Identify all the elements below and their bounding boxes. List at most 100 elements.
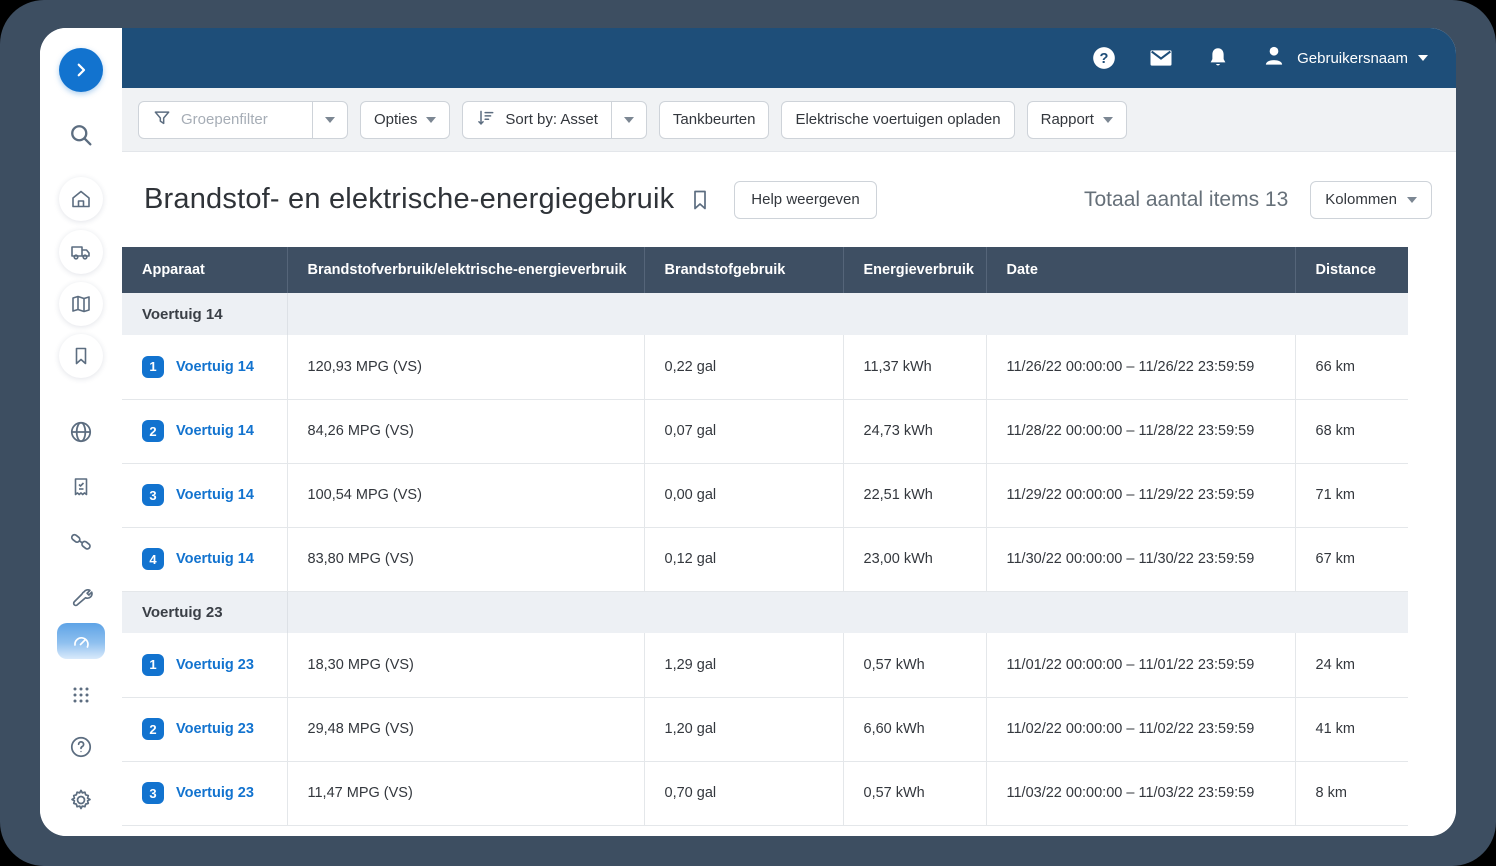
options-button[interactable]: Opties [360, 100, 451, 139]
group-filter-control [138, 100, 348, 139]
top-bar: ? Gebruikersnaam [122, 28, 1456, 88]
chevron-down-icon [1102, 116, 1113, 123]
app-window: ? Gebruikersnaam Groepenfilter Opties So… [40, 28, 1456, 836]
consumption-cell: 84,26 MPG (VS) [287, 399, 645, 464]
sidebar-item-connectors[interactable] [59, 520, 103, 564]
device-frame: ? Gebruikersnaam Groepenfilter Opties So… [0, 0, 1496, 866]
chevron-down-icon [426, 116, 437, 123]
sidebar-item-maintenance[interactable] [59, 575, 103, 619]
sidebar-item-settings[interactable] [59, 778, 103, 822]
report-button[interactable]: Rapport [1026, 100, 1127, 139]
sidebar-item-apps[interactable] [59, 673, 103, 717]
asset-link[interactable]: Voertuig 23 [176, 657, 254, 673]
sidebar-item-activity[interactable] [59, 465, 103, 509]
consumption-cell: 11,47 MPG (VS) [287, 761, 645, 826]
columns-button[interactable]: Kolommen [1310, 180, 1432, 219]
table-row: 1 Voertuig 23 18,30 MPG (VS) 1,29 gal 0,57 k… [122, 633, 1408, 698]
row-index-badge: 3 [142, 782, 164, 804]
asset-cell: 3 Voertuig 14 [122, 463, 288, 528]
gear-icon [68, 787, 94, 813]
table-row: 4 Voertuig 14 83,80 MPG (VS) 0,12 gal 23,00 … [122, 527, 1408, 592]
distance-cell: 41 km [1295, 697, 1408, 762]
group-filter-field[interactable] [139, 102, 312, 138]
report-table: Apparaat Brandstofverbruik/elektrische-en… [122, 247, 1408, 826]
row-index-badge: 2 [142, 420, 164, 442]
wrench-icon [69, 585, 94, 610]
sort-button[interactable]: Sort by: Asset [463, 102, 611, 138]
sidebar [40, 28, 122, 836]
bell-icon[interactable] [1205, 45, 1231, 71]
bookmark-page-icon[interactable] [688, 188, 712, 217]
asset-link[interactable]: Voertuig 14 [176, 487, 254, 503]
group-label: Voertuig 14 [122, 293, 288, 335]
help-icon[interactable]: ? [1091, 45, 1117, 71]
distance-cell: 68 km [1295, 399, 1408, 464]
date-cell: 11/28/22 00:00:00 – 11/28/22 23:59:59 [986, 399, 1296, 464]
distance-cell: 67 km [1295, 527, 1408, 592]
main-area: ? Gebruikersnaam Groepenfilter Opties So… [122, 28, 1456, 836]
report-label: Rapport [1040, 111, 1094, 128]
consumption-cell: 18,30 MPG (VS) [287, 633, 645, 698]
expand-sidebar-button[interactable] [59, 48, 103, 92]
show-help-button[interactable]: Help weergeven [734, 180, 877, 219]
user-icon [1261, 43, 1287, 73]
table-header: Apparaat Brandstofverbruik/elektrische-en… [122, 247, 1408, 293]
asset-link[interactable]: Voertuig 23 [176, 785, 254, 801]
asset-link[interactable]: Voertuig 14 [176, 423, 254, 439]
chevron-down-icon [1418, 55, 1428, 61]
sidebar-item-zones[interactable] [59, 410, 103, 454]
row-index-badge: 1 [142, 355, 164, 378]
group-filter-input[interactable] [181, 111, 299, 128]
date-cell: 11/29/22 00:00:00 – 11/29/22 23:59:59 [986, 463, 1296, 528]
energy-cell: 0,57 kWh [843, 761, 987, 826]
asset-link[interactable]: Voertuig 23 [176, 721, 254, 737]
asset-cell: 4 Voertuig 14 [122, 527, 288, 592]
row-index-badge: 1 [142, 653, 164, 676]
mail-icon[interactable] [1147, 44, 1175, 72]
date-cell: 11/26/22 00:00:00 – 11/26/22 23:59:59 [986, 335, 1296, 400]
funnel-icon [152, 108, 172, 132]
sidebar-item-home[interactable] [59, 177, 103, 221]
energy-cell: 6,60 kWh [843, 697, 987, 762]
sidebar-item-help[interactable] [59, 725, 103, 769]
energy-cell: 24,73 kWh [843, 399, 987, 464]
column-header-3[interactable]: Energieverbruik [843, 247, 987, 293]
chevron-right-icon [72, 61, 90, 79]
gauge-icon [69, 629, 93, 653]
sort-dropdown-button[interactable] [612, 102, 646, 138]
column-header-4[interactable]: Date [986, 247, 1296, 293]
energy-cell: 11,37 kWh [843, 335, 987, 400]
distance-cell: 8 km [1295, 761, 1408, 826]
receipt-check-icon [69, 475, 93, 499]
asset-link[interactable]: Voertuig 14 [176, 359, 254, 375]
question-circle-icon [68, 734, 94, 760]
table-row: 2 Voertuig 23 29,48 MPG (VS) 1,20 gal 6,60 k… [122, 697, 1408, 762]
asset-link[interactable]: Voertuig 14 [176, 551, 254, 567]
fuel-cell: 0,07 gal [644, 399, 844, 464]
asset-cell: 3 Voertuig 23 [122, 761, 288, 826]
sidebar-item-search[interactable] [59, 113, 103, 157]
column-header-1[interactable]: Brandstofverbruik/elektrische-energiever… [287, 247, 645, 293]
report-table-container: Apparaat Brandstofverbruik/elektrische-en… [122, 247, 1456, 836]
sidebar-item-fuel-ev-usage-active[interactable] [57, 623, 105, 659]
column-header-2[interactable]: Brandstofgebruik [644, 247, 844, 293]
page-header: Brandstof- en elektrische-energiegebruik… [122, 152, 1456, 247]
asset-cell: 2 Voertuig 14 [122, 399, 288, 464]
fuel-ups-button[interactable]: Tankbeurten [658, 100, 770, 139]
fuel-cell: 0,12 gal [644, 527, 844, 592]
columns-label: Kolommen [1325, 191, 1397, 208]
consumption-cell: 29,48 MPG (VS) [287, 697, 645, 762]
group-filter-dropdown-button[interactable] [313, 102, 347, 138]
ev-charging-button[interactable]: Elektrische voertuigen opladen [781, 100, 1015, 139]
asset-cell: 1 Voertuig 14 [122, 335, 288, 400]
column-header-0[interactable]: Apparaat [122, 247, 288, 293]
sidebar-item-map[interactable] [59, 282, 103, 326]
date-cell: 11/30/22 00:00:00 – 11/30/22 23:59:59 [986, 527, 1296, 592]
sidebar-item-vehicles[interactable] [59, 230, 103, 274]
sidebar-item-bookmarks[interactable] [59, 334, 103, 378]
link-icon [68, 529, 94, 555]
row-index-badge: 4 [142, 548, 164, 570]
energy-cell: 22,51 kWh [843, 463, 987, 528]
user-menu[interactable]: Gebruikersnaam [1261, 43, 1428, 73]
column-header-5[interactable]: Distance [1295, 247, 1408, 293]
